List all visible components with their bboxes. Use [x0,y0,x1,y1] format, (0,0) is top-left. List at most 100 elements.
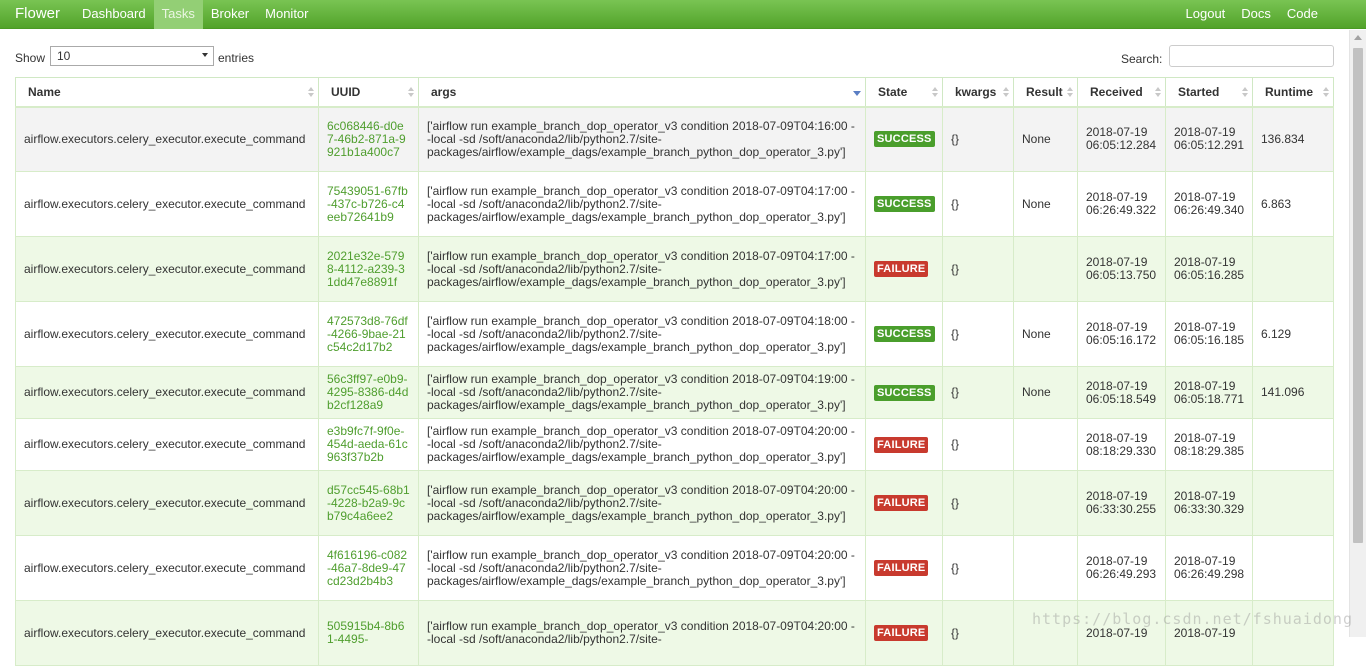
cell-name: airflow.executors.celery_executor.execut… [15,366,319,419]
cell-uuid[interactable]: 56c3ff97-e0b9-4295-8386-d4db2cf128a9 [318,366,419,419]
column-header-label: args [431,84,457,99]
started-text: 2018-07-19 06:26:49.298 [1174,554,1245,581]
column-header-runtime[interactable]: Runtime [1252,77,1334,108]
cell-runtime [1252,535,1334,601]
name-text: airflow.executors.celery_executor.execut… [24,385,306,399]
args-text: ['airflow run example_branch_dop_operato… [427,619,855,646]
page-size-select[interactable]: 10 [50,46,214,66]
cell-uuid[interactable]: 4f616196-c082-46a7-8de9-47cd23d2b4b3 [318,535,419,601]
column-header-label: UUID [331,84,361,99]
column-header-label: State [878,84,908,99]
kwargs-text: {} [951,261,960,276]
received-text: 2018-07-19 06:26:49.322 [1086,190,1157,217]
table-row[interactable]: airflow.executors.celery_executor.execut… [15,366,1334,419]
uuid-text[interactable]: e3b9fc7f-9f0e-454d-aeda-61c963f37b2b [327,424,408,464]
result-text: None [1022,196,1051,211]
cell-name: airflow.executors.celery_executor.execut… [15,418,319,471]
vertical-scrollbar[interactable] [1349,30,1366,637]
column-header-received[interactable]: Received [1077,77,1166,108]
uuid-text[interactable]: 2021e32e-5798-4112-a239-31dd47e8891f [327,249,405,289]
table-row[interactable]: airflow.executors.celery_executor.execut… [15,171,1334,237]
cell-uuid[interactable]: 75439051-67fb-437c-b726-c4eeb72641b9 [318,171,419,237]
cell-kwargs: {} [942,366,1014,419]
scroll-up-icon[interactable] [1354,35,1362,40]
cell-result [1013,418,1078,471]
search-input[interactable] [1169,45,1334,67]
started-text: 2018-07-19 06:05:12.291 [1174,125,1245,153]
cell-args: ['airflow run example_branch_dop_operato… [418,106,866,172]
kwargs-text: {} [951,625,960,640]
cell-args: ['airflow run example_branch_dop_operato… [418,535,866,601]
cell-runtime: 136.834 [1252,106,1334,172]
cell-state: FAILURE [865,535,943,601]
cell-uuid[interactable]: 472573d8-76df-4266-9bae-21c54c2d17b2 [318,301,419,367]
uuid-text[interactable]: d57cc545-68b1-4228-b2a9-9cb79c4a6ee2 [327,483,410,523]
started-text: 2018-07-19 06:33:30.329 [1174,489,1245,516]
cell-name: airflow.executors.celery_executor.execut… [15,106,319,172]
cell-uuid[interactable]: e3b9fc7f-9f0e-454d-aeda-61c963f37b2b [318,418,419,471]
uuid-text[interactable]: 56c3ff97-e0b9-4295-8386-d4db2cf128a9 [327,372,408,412]
uuid-text[interactable]: 4f616196-c082-46a7-8de9-47cd23d2b4b3 [327,548,407,588]
sort-icon [408,87,414,97]
cell-args: ['airflow run example_branch_dop_operato… [418,301,866,367]
nav-broker[interactable]: Broker [203,0,257,29]
table-row[interactable]: airflow.executors.celery_executor.execut… [15,535,1334,601]
table-row[interactable]: airflow.executors.celery_executor.execut… [15,470,1334,536]
cell-started: 2018-07-19 06:05:18.771 [1165,366,1253,419]
cell-runtime: 141.096 [1252,366,1334,419]
table-row[interactable]: airflow.executors.celery_executor.execut… [15,418,1334,471]
column-header-started[interactable]: Started [1165,77,1253,108]
cell-uuid[interactable]: 6c068446-d0e7-46b2-871a-9921b1a400c7 [318,106,419,172]
cell-kwargs: {} [942,600,1014,666]
watermark: https://blog.csdn.net/fshuaidong [1032,610,1353,628]
cell-name: airflow.executors.celery_executor.execut… [15,600,319,666]
column-header-label: Result [1026,84,1063,99]
received-text: 2018-07-19 06:33:30.255 [1086,489,1157,516]
column-header-uuid[interactable]: UUID [318,77,419,108]
table-row[interactable]: airflow.executors.celery_executor.execut… [15,301,1334,367]
started-text: 2018-07-19 06:05:16.285 [1174,255,1245,282]
scrollbar-thumb[interactable] [1353,48,1363,543]
table-row[interactable]: airflow.executors.celery_executor.execut… [15,236,1334,302]
received-text: 2018-07-19 08:18:29.330 [1086,430,1157,458]
uuid-text[interactable]: 6c068446-d0e7-46b2-871a-9921b1a400c7 [327,119,406,159]
cell-result: None [1013,301,1078,367]
cell-uuid[interactable]: d57cc545-68b1-4228-b2a9-9cb79c4a6ee2 [318,470,419,536]
column-header-args[interactable]: args [418,77,866,108]
result-text: None [1022,326,1051,341]
cell-runtime: 6.863 [1252,171,1334,237]
nav-code[interactable]: Code [1279,0,1326,29]
table-row[interactable]: airflow.executors.celery_executor.execut… [15,106,1334,172]
brand-logo[interactable]: Flower [15,5,60,22]
search-label: Search: [1121,52,1163,66]
status-badge: FAILURE [874,560,929,576]
cell-received: 2018-07-19 06:05:13.750 [1077,236,1166,302]
cell-started: 2018-07-19 06:05:12.291 [1165,106,1253,172]
column-header-kwargs[interactable]: kwargs [942,77,1014,108]
cell-uuid[interactable]: 2021e32e-5798-4112-a239-31dd47e8891f [318,236,419,302]
nav-tasks[interactable]: Tasks [153,0,203,29]
name-text: airflow.executors.celery_executor.execut… [24,625,306,640]
column-header-name[interactable]: Name [15,77,319,108]
received-text: 2018-07-19 06:05:16.172 [1086,320,1157,347]
cell-runtime [1252,236,1334,302]
kwargs-text: {} [951,326,960,341]
uuid-text[interactable]: 505915b4-8b61-4495- [327,619,404,646]
cell-state: FAILURE [865,418,943,471]
column-header-result[interactable]: Result [1013,77,1078,108]
received-text: 2018-07-19 06:26:49.293 [1086,554,1157,581]
cell-kwargs: {} [942,535,1014,601]
cell-kwargs: {} [942,418,1014,471]
kwargs-text: {} [951,131,960,146]
cell-uuid[interactable]: 505915b4-8b61-4495- [318,600,419,666]
name-text: airflow.executors.celery_executor.execut… [24,495,306,510]
uuid-text[interactable]: 472573d8-76df-4266-9bae-21c54c2d17b2 [327,314,408,354]
sort-icon [1067,87,1073,97]
nav-logout[interactable]: Logout [1178,0,1234,29]
nav-monitor[interactable]: Monitor [257,0,316,29]
nav-docs[interactable]: Docs [1233,0,1279,29]
nav-dashboard[interactable]: Dashboard [74,0,154,29]
column-header-state[interactable]: State [865,77,943,108]
uuid-text[interactable]: 75439051-67fb-437c-b726-c4eeb72641b9 [327,184,408,224]
name-text: airflow.executors.celery_executor.execut… [24,196,306,211]
